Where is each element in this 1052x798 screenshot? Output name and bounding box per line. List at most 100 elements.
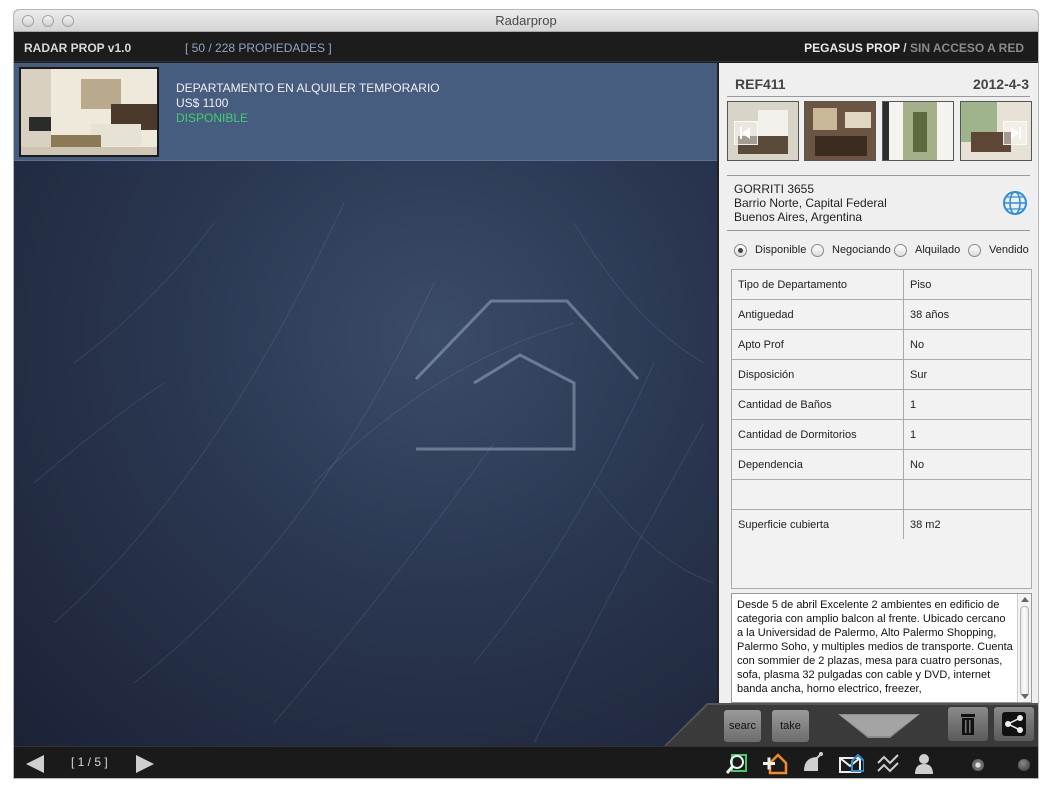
network-status: PEGASUS PROP / SIN ACCESO A RED: [804, 41, 1024, 55]
spec-key: Antiguedad: [731, 299, 904, 330]
address-city: Buenos Aires, Argentina: [734, 210, 863, 224]
photo-thumbnail[interactable]: [960, 101, 1032, 161]
listing-photo: [21, 69, 157, 155]
status-radio-vendido[interactable]: Vendido: [968, 242, 1029, 258]
search-map-icon[interactable]: [724, 751, 750, 775]
property-date: 2012-4-3: [972, 76, 1029, 92]
window-title: Radarprop: [495, 13, 557, 28]
divider: [727, 96, 1030, 97]
next-photo-button[interactable]: [1003, 121, 1027, 145]
spec-value[interactable]: Sur: [903, 359, 1032, 390]
status-indicator-icon: [972, 759, 984, 771]
skip-back-icon: [740, 127, 750, 139]
radio-label: Alquilado: [915, 244, 961, 256]
listing-price: US$ 1100: [176, 96, 229, 110]
table-row: Cantidad de Baños 1: [731, 389, 1032, 420]
listing-row[interactable]: DEPARTAMENTO EN ALQUILER TEMPORARIO US$ …: [14, 63, 717, 161]
address-street: GORRITI 3655: [734, 182, 815, 196]
table-row: Superficie cubierta 38 m2: [731, 509, 1032, 540]
page-indicator: [ 1 / 5 ]: [71, 755, 108, 769]
description-box[interactable]: Desde 5 de abril Excelente 2 ambientes e…: [731, 593, 1032, 703]
prev-photo-button[interactable]: [734, 121, 758, 145]
globe-icon[interactable]: [1002, 190, 1028, 216]
status-radio-alquilado[interactable]: Alquilado: [894, 242, 960, 258]
spec-value[interactable]: Piso: [903, 269, 1032, 300]
table-row: Apto Prof No: [731, 329, 1032, 360]
spec-value[interactable]: No: [903, 449, 1032, 480]
radio-button[interactable]: [811, 243, 824, 257]
search-button[interactable]: searc: [724, 710, 761, 742]
background-texture: [33, 202, 715, 744]
status-radio-negociando[interactable]: Negociando: [811, 242, 891, 258]
photo-thumbnail[interactable]: [804, 101, 876, 161]
radio-label: Negociando: [832, 244, 891, 256]
spec-key: Dependencia: [731, 449, 904, 480]
spec-key: Cantidad de Baños: [731, 389, 904, 420]
status-light-icon: [1018, 759, 1030, 771]
table-row: [731, 479, 1032, 510]
listing-title: DEPARTAMENTO EN ALQUILER TEMPORARIO: [176, 81, 440, 95]
share-button[interactable]: [994, 707, 1034, 741]
description-text: Desde 5 de abril Excelente 2 ambientes e…: [737, 599, 1013, 695]
bottom-toolbar: [ 1 / 5 ]: [14, 746, 1038, 778]
description-scrollbar[interactable]: [1017, 594, 1031, 702]
scroll-up-arrow-icon[interactable]: [1021, 597, 1029, 602]
share-icon: [1002, 712, 1026, 736]
property-count: [ 50 / 228 PROPIEDADES ]: [185, 41, 332, 55]
radio-label: Vendido: [989, 244, 1029, 256]
delete-button[interactable]: [948, 707, 988, 741]
prev-arrow-icon[interactable]: [24, 755, 46, 773]
table-row: Dependencia No: [731, 449, 1032, 480]
table-row: Tipo de Departamento Piso: [731, 269, 1032, 300]
spec-key: Superficie cubierta: [731, 509, 904, 540]
radio-button[interactable]: [894, 243, 907, 257]
spec-key: Apto Prof: [731, 329, 904, 360]
skip-forward-icon: [1011, 127, 1021, 139]
satellite-icon[interactable]: [800, 751, 826, 775]
network-separator: /: [903, 41, 907, 55]
property-ref: REF411: [735, 76, 786, 92]
spec-value[interactable]: 38 m2: [903, 509, 1032, 540]
map-panel[interactable]: DEPARTAMENTO EN ALQUILER TEMPORARIO US$ …: [14, 63, 717, 746]
spec-key: [731, 479, 904, 510]
spec-value[interactable]: No: [903, 329, 1032, 360]
address-neighborhood: Barrio Norte, Capital Federal: [734, 196, 887, 210]
home-logo-icon: [414, 299, 640, 451]
radio-button[interactable]: [734, 243, 747, 257]
next-arrow-icon[interactable]: [134, 755, 156, 773]
spec-value[interactable]: [903, 479, 1032, 510]
table-row: Antiguedad 38 años: [731, 299, 1032, 330]
radio-button[interactable]: [968, 243, 981, 257]
title-bar: Radarprop: [14, 10, 1038, 32]
radio-label: Disponible: [755, 244, 807, 256]
listing-thumbnail[interactable]: [19, 67, 159, 157]
spec-key: Cantidad de Dormitorios: [731, 419, 904, 450]
divider: [727, 175, 1030, 176]
table-row: Disposición Sur: [731, 359, 1032, 390]
scroll-thumb[interactable]: [1020, 606, 1029, 696]
spec-value[interactable]: 1: [903, 389, 1032, 420]
scroll-down-arrow-icon[interactable]: [1021, 694, 1029, 699]
network-connection: SIN ACCESO A RED: [909, 41, 1024, 55]
app-name: RADAR PROP v1.0: [24, 41, 132, 55]
trash-icon: [961, 714, 975, 735]
mail-home-icon[interactable]: [838, 751, 864, 775]
take-button[interactable]: take: [772, 710, 809, 742]
photo-thumbnail[interactable]: [882, 101, 954, 161]
listing-status: DISPONIBLE: [176, 111, 249, 125]
trend-icon[interactable]: [876, 751, 902, 775]
table-row: Cantidad de Dormitorios 1: [731, 419, 1032, 450]
spec-key: Disposición: [731, 359, 904, 390]
spec-value[interactable]: 1: [903, 419, 1032, 450]
action-bar: searc take: [664, 703, 1038, 746]
specs-table: Tipo de Departamento Piso Antiguedad 38 añ…: [731, 269, 1032, 540]
contacts-icon[interactable]: [912, 751, 938, 775]
app-window: Radarprop RADAR PROP v1.0 [ 50 / 228 PRO…: [14, 10, 1038, 778]
chevron-down-icon[interactable]: [838, 714, 920, 738]
photo-thumbnail[interactable]: [727, 101, 799, 161]
spec-value[interactable]: 38 años: [903, 299, 1032, 330]
app-header: RADAR PROP v1.0 [ 50 / 228 PROPIEDADES ]…: [14, 32, 1038, 62]
divider: [727, 230, 1030, 231]
status-radio-disponible[interactable]: Disponible: [734, 242, 806, 258]
add-home-icon[interactable]: [762, 751, 788, 775]
